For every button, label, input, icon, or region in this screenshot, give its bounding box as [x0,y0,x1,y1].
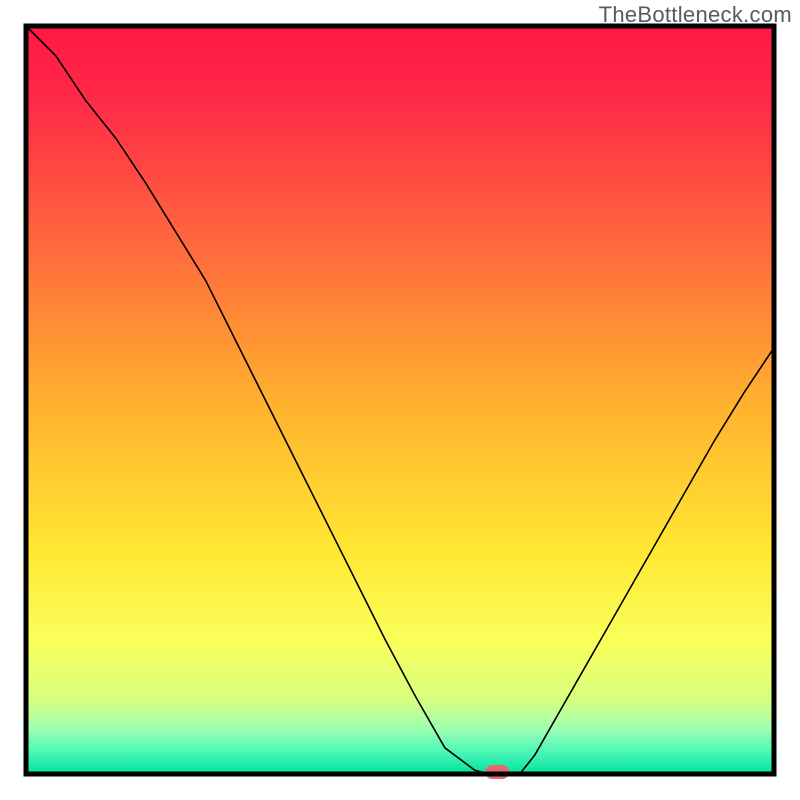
gradient-background [26,26,774,774]
bottleneck-chart [0,0,800,800]
watermark-text: TheBottleneck.com [599,2,792,28]
